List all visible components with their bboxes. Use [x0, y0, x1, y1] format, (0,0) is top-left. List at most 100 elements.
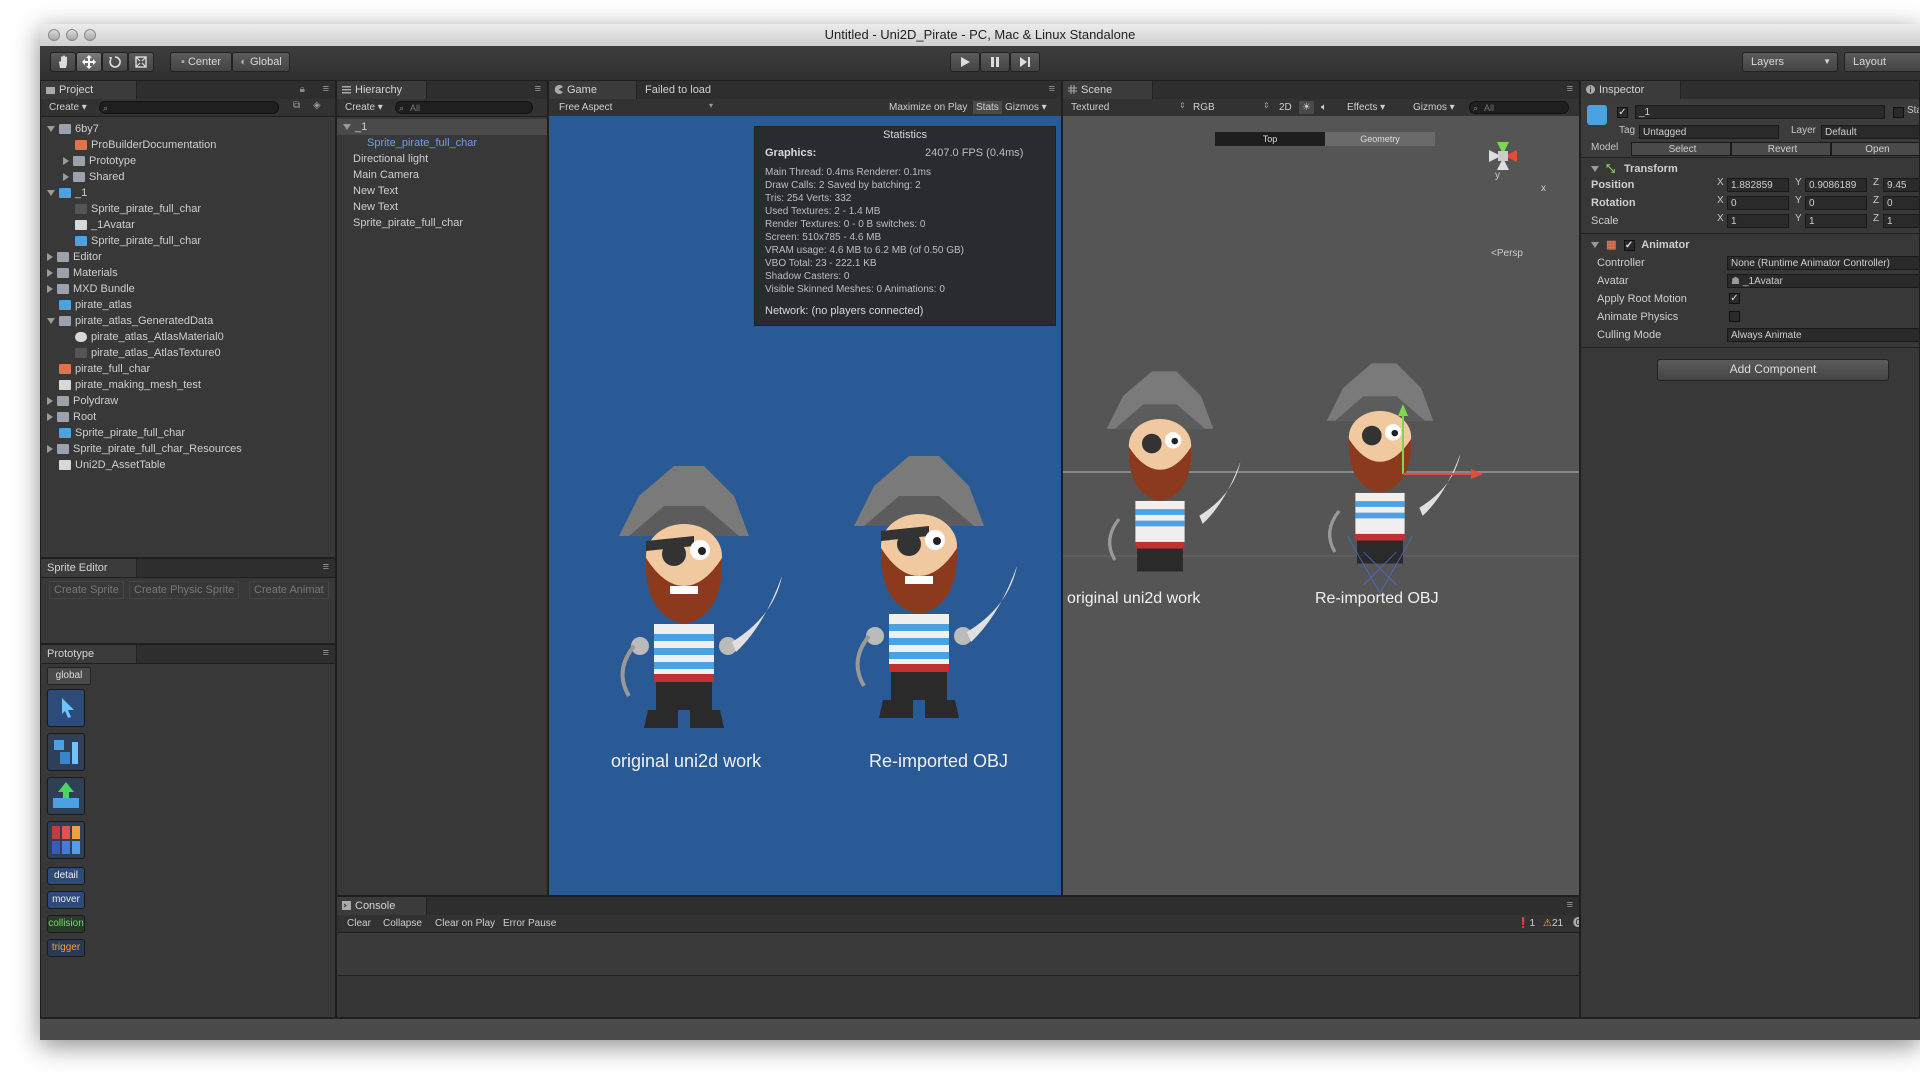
info-filter-toggle[interactable]: ❗1: [1517, 915, 1535, 932]
scale-x-field[interactable]: 1: [1727, 214, 1789, 228]
static-checkbox[interactable]: [1893, 107, 1904, 118]
scene-viewport[interactable]: Top Geometry: [1063, 116, 1579, 895]
transform-header[interactable]: ⤡ Transform: [1591, 161, 1919, 177]
tree-item-sprite-1[interactable]: Sprite_pirate_full_char: [75, 201, 201, 217]
console-log-list[interactable]: [337, 933, 1579, 976]
minimize-window-button[interactable]: [66, 29, 78, 41]
panel-menu-icon[interactable]: ≡: [1049, 83, 1055, 95]
tree-item-sprite-3[interactable]: Sprite_pirate_full_char: [59, 425, 185, 441]
scene-search-input[interactable]: ⌕ All: [1469, 101, 1569, 114]
rotate-tool-button[interactable]: [102, 52, 128, 72]
tree-item-pirate-atlas[interactable]: pirate_atlas: [59, 297, 132, 313]
collision-button[interactable]: collision: [47, 915, 85, 933]
scale-z-field[interactable]: 1: [1883, 214, 1920, 228]
console-clear-button[interactable]: Clear: [347, 915, 371, 932]
panel-menu-icon[interactable]: ≡: [323, 83, 329, 95]
tree-item-asset-table[interactable]: Uni2D_AssetTable: [59, 457, 166, 473]
mover-button[interactable]: mover: [47, 891, 85, 909]
console-clear-on-play-button[interactable]: Clear on Play: [435, 915, 495, 932]
tab-hierarchy[interactable]: Hierarchy: [337, 81, 427, 99]
lock-icon[interactable]: 🔒︎: [300, 84, 305, 95]
position-x-field[interactable]: 1.882859: [1727, 178, 1789, 192]
step-button[interactable]: [1010, 52, 1040, 72]
play-button[interactable]: [950, 52, 980, 72]
hierarchy-item-directional-light[interactable]: Directional light: [353, 151, 428, 167]
hierarchy-item-new-text-1[interactable]: New Text: [353, 183, 398, 199]
tree-item-root[interactable]: Root: [47, 409, 96, 425]
tab-failed-to-load[interactable]: Failed to load: [645, 81, 711, 99]
tree-item-mesh-test[interactable]: pirate_making_mesh_test: [59, 377, 201, 393]
aspect-dropdown[interactable]: Free Aspect: [559, 101, 612, 114]
hierarchy-search-input[interactable]: ⌕ All: [395, 101, 533, 114]
hierarchy-item-main-camera[interactable]: Main Camera: [353, 167, 419, 183]
panel-menu-icon[interactable]: ≡: [323, 647, 329, 659]
panel-menu-icon[interactable]: ≡: [535, 83, 541, 95]
effects-dropdown[interactable]: Effects ▾: [1347, 101, 1385, 114]
hierarchy-item-sprite[interactable]: Sprite_pirate_full_char: [353, 215, 463, 231]
rotation-x-field[interactable]: 0: [1727, 196, 1789, 210]
position-y-field[interactable]: 0.9086189: [1805, 178, 1867, 192]
tag-dropdown[interactable]: Untagged: [1639, 125, 1779, 139]
create-physic-sprite-button[interactable]: Create Physic Sprite: [129, 581, 239, 599]
layout-dropdown[interactable]: Layout: [1844, 52, 1920, 72]
tree-item-avatar[interactable]: _1Avatar: [75, 217, 135, 233]
model-select-button[interactable]: Select: [1631, 142, 1731, 156]
2d-toggle[interactable]: 2D: [1279, 101, 1292, 114]
add-component-button[interactable]: Add Component: [1657, 359, 1889, 381]
active-checkbox[interactable]: ✓: [1617, 107, 1628, 118]
tree-item-6by7[interactable]: 6by7: [47, 121, 99, 137]
avatar-field[interactable]: ☗_1Avatar: [1727, 274, 1920, 288]
channel-dropdown[interactable]: RGB: [1193, 101, 1215, 114]
tree-item-prototype[interactable]: Prototype: [63, 153, 136, 169]
scene-gizmos-dropdown[interactable]: Gizmos ▾: [1413, 101, 1455, 114]
select-tool-button[interactable]: [47, 689, 85, 727]
hierarchy-item-sprite-child[interactable]: Sprite_pirate_full_char: [367, 135, 477, 151]
tab-project[interactable]: Project: [41, 81, 137, 99]
error-filter-toggle[interactable]: ⓿0: [1573, 915, 1580, 932]
scale-tool-button[interactable]: [128, 52, 154, 72]
maximize-on-play-toggle[interactable]: Maximize on Play: [889, 101, 967, 114]
console-collapse-button[interactable]: Collapse: [383, 915, 422, 932]
warning-filter-toggle[interactable]: ⚠21: [1543, 915, 1563, 932]
filter-type-icon[interactable]: ⧉: [293, 100, 300, 111]
filter-label-icon[interactable]: ◈: [313, 100, 321, 111]
rotation-y-field[interactable]: 0: [1805, 196, 1867, 210]
project-create-dropdown[interactable]: Create ▾: [49, 101, 87, 114]
layers-dropdown[interactable]: Layers ▼: [1742, 52, 1838, 72]
create-animation-button[interactable]: Create Animat: [249, 581, 329, 599]
tree-item-pirate-full-char[interactable]: pirate_full_char: [59, 361, 150, 377]
tree-item-materials[interactable]: Materials: [47, 265, 118, 281]
color-tool-button[interactable]: [47, 821, 85, 859]
hierarchy-create-dropdown[interactable]: Create ▾: [345, 101, 383, 114]
pause-button[interactable]: [980, 52, 1010, 72]
pivot-global-toggle[interactable]: ◐ Global: [232, 52, 290, 72]
cube-tool-button[interactable]: [47, 733, 85, 771]
detail-button[interactable]: detail: [47, 867, 85, 885]
culling-mode-dropdown[interactable]: Always Animate: [1727, 328, 1920, 342]
scale-y-field[interactable]: 1: [1805, 214, 1867, 228]
hierarchy-item-1[interactable]: _1: [337, 119, 547, 135]
animator-header[interactable]: ▦ ✓ Animator: [1591, 237, 1919, 253]
tab-sprite-editor[interactable]: Sprite Editor: [41, 559, 137, 577]
tab-inspector[interactable]: Inspector: [1581, 81, 1681, 99]
object-name-field[interactable]: _1: [1635, 105, 1885, 119]
hand-tool-button[interactable]: [50, 52, 76, 72]
layer-dropdown[interactable]: Default: [1821, 125, 1920, 139]
tree-item-mxd-bundle[interactable]: MXD Bundle: [47, 281, 135, 297]
rotation-z-field[interactable]: 0: [1883, 196, 1920, 210]
render-mode-dropdown[interactable]: Textured: [1071, 101, 1109, 114]
tab-game[interactable]: Game: [549, 81, 637, 99]
tree-item-shared[interactable]: Shared: [63, 169, 124, 185]
tree-item-sprite-resources[interactable]: Sprite_pirate_full_char_Resources: [47, 441, 242, 457]
tree-item-atlas-texture[interactable]: pirate_atlas_AtlasTexture0: [75, 345, 221, 361]
spawn-tool-button[interactable]: [47, 777, 85, 815]
panel-menu-icon[interactable]: ≡: [1567, 83, 1573, 95]
trigger-button[interactable]: trigger: [47, 939, 85, 957]
tab-prototype[interactable]: Prototype: [41, 645, 137, 663]
panel-menu-icon[interactable]: ≡: [1567, 899, 1573, 911]
stats-toggle[interactable]: Stats: [973, 101, 1002, 114]
project-search-input[interactable]: ⌕: [99, 101, 279, 114]
animator-enabled-checkbox[interactable]: ✓: [1624, 240, 1635, 251]
pivot-center-toggle[interactable]: ▪ Center: [170, 52, 232, 72]
panel-menu-icon[interactable]: ≡: [323, 561, 329, 573]
